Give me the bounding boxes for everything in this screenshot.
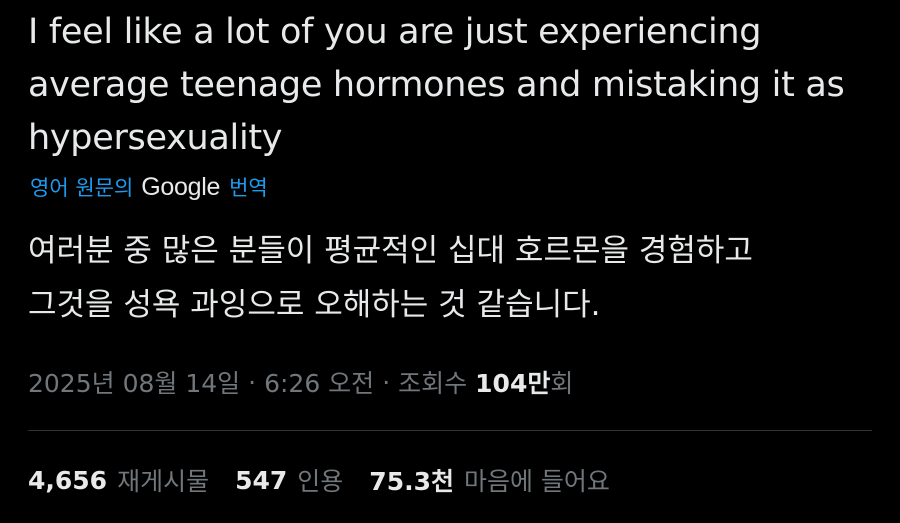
- tweet-meta: 2025년 08월 14일 · 6:26 오전 · 조회수 104만 회: [28, 362, 573, 402]
- translated-text: 여러분 중 많은 분들이 평균적인 십대 호르몬을 경험하고 그것을 성욕 과잉…: [28, 233, 753, 323]
- meta-separator: ·: [382, 367, 391, 397]
- quotes-stat[interactable]: 547 인용: [235, 462, 343, 498]
- tweet-time[interactable]: 6:26 오전: [264, 364, 374, 400]
- engagement-stats: 4,656 재게시물 547 인용 75.3천 마음에 들어요: [28, 458, 636, 502]
- likes-count: 75.3천: [369, 467, 454, 496]
- views-label: 조회수: [398, 369, 468, 398]
- quotes-count: 547: [235, 465, 288, 495]
- google-logo: Google: [141, 172, 221, 201]
- retweets-label: 재게시물: [117, 467, 210, 496]
- translate-suffix: 번역: [229, 176, 268, 200]
- tweet-text: I feel like a lot of you are just experi…: [28, 12, 845, 158]
- meta-separator: ·: [248, 367, 257, 397]
- translate-link[interactable]: 영어 원문의 Google 번역: [30, 170, 268, 204]
- likes-label: 마음에 들어요: [463, 467, 610, 496]
- likes-stat[interactable]: 75.3천 마음에 들어요: [369, 462, 610, 498]
- tweet-date[interactable]: 2025년 08월 14일: [28, 364, 240, 400]
- translate-prefix: 영어 원문의: [30, 176, 134, 200]
- quotes-label: 인용: [297, 467, 344, 496]
- retweets-stat[interactable]: 4,656 재게시물: [28, 462, 209, 498]
- views-suffix: 회: [550, 369, 574, 398]
- tweet-detail: I feel like a lot of you are just experi…: [0, 0, 900, 523]
- retweets-count: 4,656: [28, 465, 108, 495]
- divider: [28, 430, 872, 431]
- views-count: 104만: [475, 369, 551, 398]
